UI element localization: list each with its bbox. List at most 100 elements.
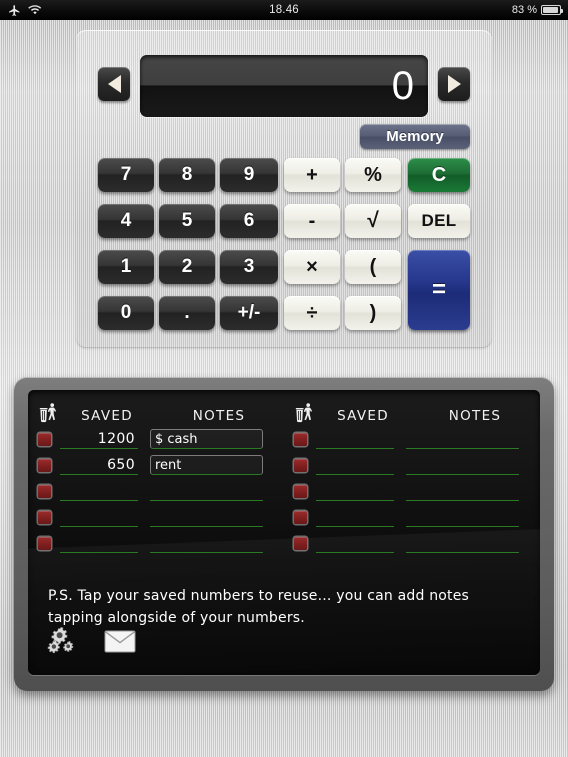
key-7-label: 7 bbox=[120, 164, 132, 185]
calculator-display[interactable]: 0 bbox=[140, 55, 428, 117]
note-input[interactable]: rent bbox=[150, 455, 263, 475]
note-input[interactable] bbox=[406, 533, 519, 553]
row-delete-checkbox[interactable] bbox=[38, 510, 51, 524]
saved-row bbox=[294, 454, 534, 476]
saved-row bbox=[38, 506, 278, 528]
row-delete-checkbox[interactable] bbox=[294, 458, 307, 472]
key-1[interactable]: 1 bbox=[98, 250, 154, 284]
arrow-left-icon bbox=[107, 75, 121, 93]
gears-icon[interactable] bbox=[46, 626, 78, 661]
key-delete[interactable]: DEL bbox=[408, 204, 470, 238]
saved-value[interactable] bbox=[316, 429, 394, 449]
saved-notes-panel: SAVED NOTES 1200 $ cash 650 rent SAVED N… bbox=[14, 377, 554, 691]
saved-row bbox=[294, 532, 534, 554]
saved-row bbox=[38, 532, 278, 554]
saved-value[interactable] bbox=[60, 533, 138, 553]
saved-value[interactable] bbox=[316, 455, 394, 475]
key-sign[interactable]: +/- bbox=[220, 296, 278, 330]
saved-value[interactable] bbox=[316, 507, 394, 527]
row-delete-checkbox[interactable] bbox=[294, 484, 307, 498]
trash-icon[interactable] bbox=[38, 402, 64, 424]
saved-row: 1200 $ cash bbox=[38, 428, 278, 450]
key-9[interactable]: 9 bbox=[220, 158, 278, 192]
key-3[interactable]: 3 bbox=[220, 250, 278, 284]
key-paren-open-label: ( bbox=[369, 255, 377, 278]
key-decimal-label: . bbox=[184, 302, 190, 323]
envelope-icon[interactable] bbox=[104, 630, 136, 658]
column-header-saved-left: SAVED bbox=[81, 408, 133, 424]
key-divide[interactable]: ÷ bbox=[284, 296, 340, 330]
trash-icon[interactable] bbox=[294, 402, 320, 424]
key-paren-open[interactable]: ( bbox=[345, 250, 401, 284]
key-0[interactable]: 0 bbox=[98, 296, 154, 330]
key-7[interactable]: 7 bbox=[98, 158, 154, 192]
saved-notes-column-right: SAVED NOTES bbox=[284, 398, 540, 554]
key-clear[interactable]: C bbox=[408, 158, 470, 192]
column-header-right: SAVED NOTES bbox=[294, 398, 534, 424]
saved-value[interactable] bbox=[316, 481, 394, 501]
saved-value[interactable]: 650 bbox=[60, 455, 138, 475]
row-delete-checkbox[interactable] bbox=[294, 432, 307, 446]
saved-value[interactable] bbox=[60, 481, 138, 501]
calculator-panel: 0 Memory 7 8 9 +% C 4 5 6 - √ DEL 1 2 3 × ( = 0. +/- ÷) bbox=[76, 30, 492, 348]
history-prev-button[interactable] bbox=[98, 67, 130, 101]
note-input[interactable] bbox=[150, 507, 263, 527]
row-delete-checkbox[interactable] bbox=[38, 484, 51, 498]
column-header-notes-left: NOTES bbox=[192, 408, 246, 424]
key-8[interactable]: 8 bbox=[159, 158, 215, 192]
note-input[interactable] bbox=[150, 481, 263, 501]
key-decimal[interactable]: . bbox=[159, 296, 215, 330]
key-2[interactable]: 2 bbox=[159, 250, 215, 284]
key-5[interactable]: 5 bbox=[159, 204, 215, 238]
status-bar-time: 18.46 bbox=[269, 4, 299, 16]
key-sqrt[interactable]: √ bbox=[345, 204, 401, 238]
saved-value[interactable] bbox=[60, 507, 138, 527]
saved-rows-right bbox=[294, 428, 534, 554]
key-paren-close-label: ) bbox=[369, 301, 377, 324]
key-percent[interactable]: % bbox=[345, 158, 401, 192]
airplane-icon bbox=[8, 4, 21, 17]
note-input[interactable]: $ cash bbox=[150, 429, 263, 449]
memory-button[interactable]: Memory bbox=[360, 124, 470, 149]
saved-row bbox=[294, 506, 534, 528]
calculator-keypad: 7 8 9 +% C 4 5 6 - √ DEL 1 2 3 × ( = 0. +/- ÷) bbox=[98, 158, 470, 330]
key-4-label: 4 bbox=[120, 210, 132, 231]
battery-percent-label: 83 % bbox=[511, 4, 537, 16]
key-plus-label: + bbox=[306, 163, 318, 186]
key-equals[interactable]: = bbox=[408, 250, 470, 330]
row-delete-checkbox[interactable] bbox=[38, 458, 51, 472]
history-next-button[interactable] bbox=[438, 67, 470, 101]
key-6-label: 6 bbox=[243, 210, 255, 231]
hint-text: P.S. Tap your saved numbers to reuse... … bbox=[48, 588, 470, 626]
row-delete-checkbox[interactable] bbox=[38, 432, 51, 446]
row-delete-checkbox[interactable] bbox=[38, 536, 51, 550]
row-delete-checkbox[interactable] bbox=[294, 536, 307, 550]
key-5-label: 5 bbox=[181, 210, 193, 231]
saved-value[interactable] bbox=[316, 533, 394, 553]
note-input[interactable] bbox=[150, 533, 263, 553]
column-header-left: SAVED NOTES bbox=[38, 398, 278, 424]
note-input[interactable] bbox=[406, 455, 519, 475]
saved-row bbox=[294, 428, 534, 450]
note-input[interactable] bbox=[406, 429, 519, 449]
key-multiply[interactable]: × bbox=[284, 250, 340, 284]
key-8-label: 8 bbox=[181, 164, 193, 185]
key-minus[interactable]: - bbox=[284, 204, 340, 238]
note-input[interactable] bbox=[406, 481, 519, 501]
row-delete-checkbox[interactable] bbox=[294, 510, 307, 524]
wifi-icon bbox=[28, 4, 42, 16]
battery-icon bbox=[541, 5, 563, 15]
note-input[interactable] bbox=[406, 507, 519, 527]
display-row: 0 bbox=[98, 55, 470, 117]
saved-value[interactable]: 1200 bbox=[60, 429, 138, 449]
status-bar-right: 83 % bbox=[448, 4, 568, 16]
display-value: 0 bbox=[391, 64, 414, 108]
key-6[interactable]: 6 bbox=[220, 204, 278, 238]
key-percent-label: % bbox=[364, 163, 382, 186]
key-plus[interactable]: + bbox=[284, 158, 340, 192]
key-paren-close[interactable]: ) bbox=[345, 296, 401, 330]
key-4[interactable]: 4 bbox=[98, 204, 154, 238]
saved-rows-left: 1200 $ cash 650 rent bbox=[38, 428, 278, 554]
status-bar: 18.46 83 % bbox=[0, 0, 568, 20]
key-equals-label: = bbox=[431, 276, 446, 303]
